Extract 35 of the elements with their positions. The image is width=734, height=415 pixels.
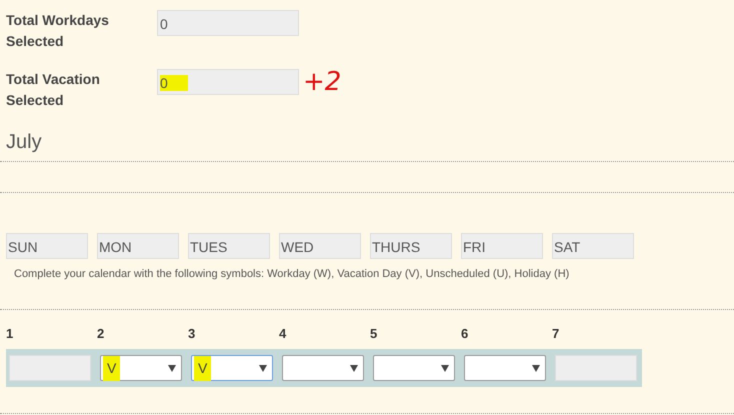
day-number: 7 xyxy=(552,324,560,342)
select-value: V xyxy=(103,356,120,380)
caret-icon xyxy=(350,364,358,372)
weekday-field: MON xyxy=(97,233,179,259)
instructions-text: Complete your calendar with the following symbols: Workday (W), Vacation Day (V), Unscheduled (U), Holiday (H) xyxy=(14,267,570,282)
total-field[interactable]: 0 xyxy=(157,69,299,95)
caret-icon xyxy=(441,364,449,372)
weekday-field: WED xyxy=(279,233,361,259)
day-number: 5 xyxy=(370,324,378,342)
total-field[interactable]: 0 xyxy=(157,10,299,36)
month-heading: July xyxy=(6,130,43,155)
weekday-field: THURS xyxy=(370,233,452,259)
day-number: 2 xyxy=(97,324,106,342)
day-select[interactable] xyxy=(464,355,546,381)
caret-icon xyxy=(168,364,176,372)
weekday-field: FRI xyxy=(461,233,543,259)
handwritten-note: +2 xyxy=(303,69,342,95)
field-value: 0 xyxy=(160,75,188,91)
day-number: 1 xyxy=(6,324,14,342)
day-select[interactable]: V xyxy=(191,355,273,381)
day-number: 3 xyxy=(188,324,196,342)
day-select[interactable] xyxy=(282,355,364,381)
day-number: 4 xyxy=(279,324,288,342)
caret-icon xyxy=(532,364,540,372)
field-label: Total Workdays Selected xyxy=(6,11,110,51)
day-select[interactable] xyxy=(373,355,455,381)
caret-icon xyxy=(259,364,267,372)
field-value: 0 xyxy=(160,16,168,32)
day-number: 6 xyxy=(461,324,470,342)
day-select[interactable]: V xyxy=(100,355,182,381)
weekday-field: TUES xyxy=(188,233,270,259)
weekday-field: SUN xyxy=(6,233,88,259)
weekday-field: SAT xyxy=(552,233,634,259)
select-value: V xyxy=(194,356,212,380)
field-label: Total Vacation Selected xyxy=(6,70,101,110)
